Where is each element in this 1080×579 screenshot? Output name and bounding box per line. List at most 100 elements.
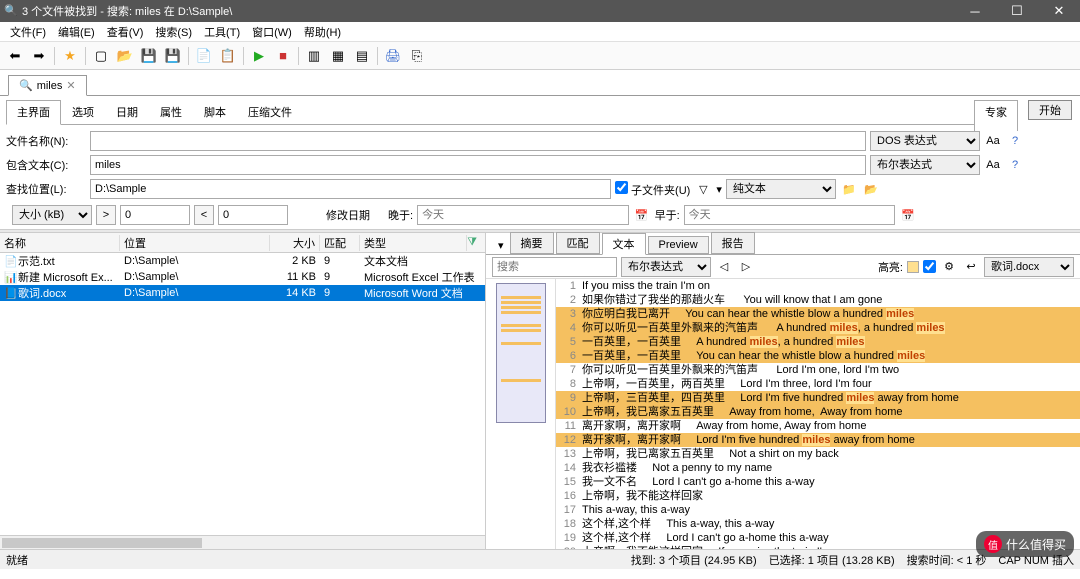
- back-button[interactable]: ⬅: [4, 45, 26, 67]
- doc-button[interactable]: 📄: [193, 45, 215, 67]
- table-row[interactable]: 📘歌词.docxD:\Sample\14 KB9Microsoft Word 文…: [0, 285, 485, 301]
- before-label: 早于:: [655, 207, 680, 223]
- hl-check[interactable]: [923, 260, 936, 273]
- calendar-icon-2[interactable]: 📅: [899, 206, 917, 224]
- form-tabstrip: 主界面 选项 日期 属性 脚本 压缩文件: [6, 100, 974, 125]
- menu-window[interactable]: 窗口(W): [246, 22, 298, 42]
- text-view[interactable]: 1If you miss the train I'm on2如果你错过了我坐的那…: [556, 279, 1080, 549]
- funnel-icon[interactable]: ⧩: [467, 236, 485, 249]
- thumbnail-pane[interactable]: [486, 279, 556, 549]
- ptab-summary[interactable]: 摘要: [510, 232, 554, 254]
- hl-color-1[interactable]: [907, 261, 919, 273]
- contains-label: 包含文本(C):: [6, 157, 86, 173]
- gt-button[interactable]: >: [96, 205, 116, 225]
- case-icon[interactable]: Aa: [984, 132, 1002, 150]
- start-button[interactable]: 开始: [1028, 100, 1072, 120]
- col-name[interactable]: 名称: [0, 235, 120, 251]
- tab-expert[interactable]: 专家: [974, 100, 1018, 131]
- calendar-icon[interactable]: 📅: [633, 206, 651, 224]
- watermark: 值 什么值得买: [976, 531, 1074, 557]
- after-label: 晚于:: [388, 207, 413, 223]
- filter-icon[interactable]: ▽: [694, 180, 712, 198]
- collapse-icon[interactable]: ▾: [492, 237, 510, 254]
- table-row[interactable]: 📊新建 Microsoft Ex...D:\Sample\11 KB9Micro…: [0, 269, 485, 285]
- menu-file[interactable]: 文件(F): [4, 22, 52, 42]
- name-expr-select[interactable]: DOS 表达式: [870, 131, 980, 151]
- loc-type-select[interactable]: 纯文本: [726, 179, 836, 199]
- ptab-match[interactable]: 匹配: [556, 232, 600, 254]
- text-expr-select[interactable]: 布尔表达式: [870, 155, 980, 175]
- view3-button[interactable]: ▤: [351, 45, 373, 67]
- menu-view[interactable]: 查看(V): [101, 22, 150, 42]
- menu-edit[interactable]: 编辑(E): [52, 22, 101, 42]
- ptab-preview[interactable]: Preview: [648, 236, 709, 254]
- case-icon-2[interactable]: Aa: [984, 156, 1002, 174]
- next-icon[interactable]: ▷: [737, 258, 755, 276]
- col-size[interactable]: 大小: [270, 235, 320, 251]
- view2-button[interactable]: ▦: [327, 45, 349, 67]
- search-tab-label: miles: [37, 80, 63, 92]
- h-scrollbar[interactable]: [0, 535, 485, 549]
- col-match[interactable]: 匹配: [320, 235, 360, 251]
- menu-help[interactable]: 帮助(H): [298, 22, 347, 42]
- size-max-input[interactable]: [218, 205, 288, 225]
- window-title: 3 个文件被找到 - 搜索: miles 在 D:\Sample\: [22, 3, 954, 19]
- size-min-input[interactable]: [120, 205, 190, 225]
- view1-button[interactable]: ▥: [303, 45, 325, 67]
- tab-zip[interactable]: 压缩文件: [237, 100, 303, 124]
- table-row[interactable]: 📄示范.txtD:\Sample\2 KB9文本文档: [0, 253, 485, 269]
- col-loc[interactable]: 位置: [120, 235, 270, 251]
- location-input[interactable]: [90, 179, 611, 199]
- help-icon-2[interactable]: ?: [1006, 156, 1024, 174]
- run-button[interactable]: ▶: [248, 45, 270, 67]
- menu-tools[interactable]: 工具(T): [198, 22, 246, 42]
- close-button[interactable]: ✕: [1038, 0, 1080, 22]
- before-input[interactable]: [684, 205, 896, 225]
- folder-icon[interactable]: 📁: [840, 180, 858, 198]
- moddate-label: 修改日期: [326, 207, 370, 223]
- favorite-button[interactable]: ★: [59, 45, 81, 67]
- ptab-text[interactable]: 文本: [602, 233, 646, 255]
- close-tab-icon[interactable]: ✕: [66, 79, 75, 92]
- location-label: 查找位置(L):: [6, 181, 86, 197]
- size-unit-select[interactable]: 大小 (kB): [12, 205, 92, 225]
- save-all-button[interactable]: 💾: [162, 45, 184, 67]
- col-type[interactable]: 类型: [360, 235, 467, 251]
- save-button[interactable]: 💾: [138, 45, 160, 67]
- minimize-button[interactable]: ─: [954, 0, 996, 22]
- folder-open-icon[interactable]: 📂: [862, 180, 880, 198]
- maximize-button[interactable]: ☐: [996, 0, 1038, 22]
- filename-input[interactable]: [90, 131, 866, 151]
- tab-attr[interactable]: 属性: [149, 100, 193, 124]
- after-input[interactable]: [417, 205, 629, 225]
- export-button[interactable]: ⎘: [406, 45, 428, 67]
- status-time: 搜索时间: < 1 秒: [907, 552, 987, 568]
- print-button[interactable]: 🖨: [382, 45, 404, 67]
- page-thumbnail[interactable]: [496, 283, 546, 423]
- settings-icon[interactable]: ⚙: [940, 258, 958, 276]
- contains-input[interactable]: [90, 155, 866, 175]
- wrap-icon[interactable]: ↩: [962, 258, 980, 276]
- ptab-report[interactable]: 报告: [711, 232, 755, 254]
- search-tab-miles[interactable]: 🔍 miles ✕: [8, 75, 87, 96]
- lt-button[interactable]: <: [194, 205, 214, 225]
- help-icon[interactable]: ?: [1006, 132, 1024, 150]
- preview-doc-select[interactable]: 歌词.docx: [984, 257, 1074, 277]
- tab-options[interactable]: 选项: [61, 100, 105, 124]
- new-button[interactable]: ▢: [90, 45, 112, 67]
- menubar: 文件(F) 编辑(E) 查看(V) 搜索(S) 工具(T) 窗口(W) 帮助(H…: [0, 22, 1080, 42]
- menu-search[interactable]: 搜索(S): [149, 22, 198, 42]
- titlebar: 🔍 3 个文件被找到 - 搜索: miles 在 D:\Sample\ ─ ☐ …: [0, 0, 1080, 22]
- stop-button[interactable]: ■: [272, 45, 294, 67]
- open-button[interactable]: 📂: [114, 45, 136, 67]
- forward-button[interactable]: ➡: [28, 45, 50, 67]
- preview-search-input[interactable]: [492, 257, 617, 277]
- list-button[interactable]: 📋: [217, 45, 239, 67]
- tab-date[interactable]: 日期: [105, 100, 149, 124]
- subfolder-checkbox[interactable]: 子文件夹(U): [615, 181, 690, 198]
- results-pane: 名称 位置 大小 匹配 类型 ⧩ 📄示范.txtD:\Sample\2 KB9文…: [0, 233, 486, 549]
- tab-script[interactable]: 脚本: [193, 100, 237, 124]
- prev-icon[interactable]: ◁: [715, 258, 733, 276]
- preview-mode-select[interactable]: 布尔表达式: [621, 257, 711, 277]
- tab-main[interactable]: 主界面: [6, 100, 61, 125]
